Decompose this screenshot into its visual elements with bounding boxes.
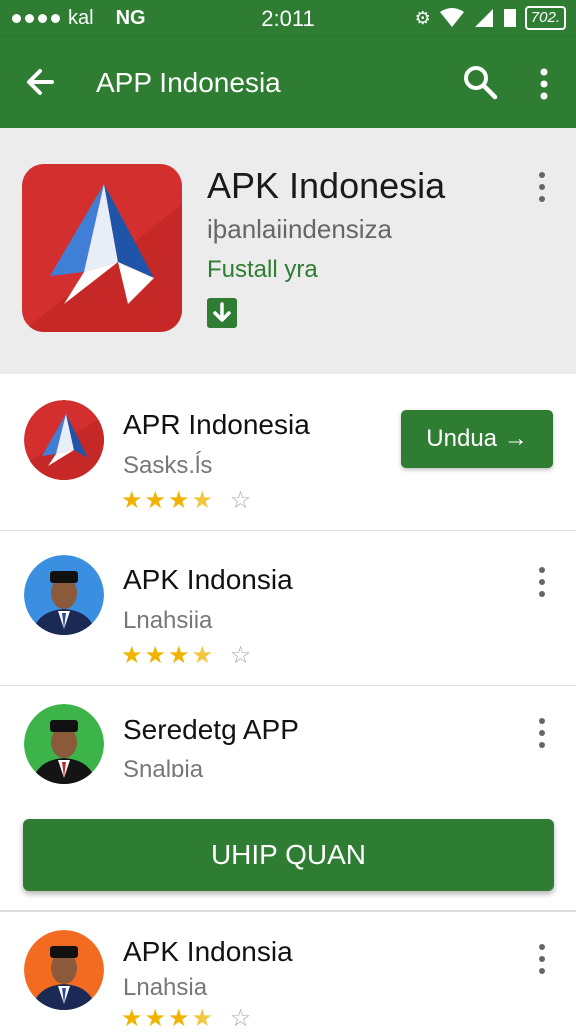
status-right: ⚙ 702.: [415, 6, 566, 30]
star-icon: ★: [144, 642, 169, 669]
sim-icon: [503, 9, 516, 27]
star-icon: ★: [168, 1005, 192, 1032]
settings-gear-icon: ⚙: [414, 7, 431, 28]
item-name: APR Indonesia: [123, 409, 310, 440]
star-icon: ★: [144, 487, 169, 514]
hero-installed-text: Fustall yra: [207, 256, 318, 283]
avatar: [24, 930, 104, 1010]
star-icon: ★: [168, 642, 192, 669]
battery-indicator: 702.: [524, 6, 566, 30]
item-subtitle: Lnahsia: [123, 974, 208, 1001]
app-bar-title: APP Indonesia: [96, 67, 281, 98]
app-logo-icon: [24, 400, 104, 480]
status-bar: kal NG 2:011 ⚙ 702.: [0, 0, 576, 38]
download-button[interactable]: Undua →: [401, 410, 553, 468]
rating-stars: ★★★★ ☆: [121, 1004, 253, 1033]
list-item[interactable]: APK Indonsia Lnahsia ★★★★ ☆: [0, 912, 576, 1032]
hero-subtitle: iþanlaiindensiza: [207, 214, 393, 244]
more-vert-icon[interactable]: [532, 565, 552, 599]
star-icon: ★: [168, 487, 192, 514]
empty-star-icon: ☆: [229, 487, 254, 514]
item-subtitle: Lnahsiia: [123, 607, 213, 634]
app-bar: APP Indonesia: [0, 38, 576, 128]
rating-stars: ★★★★ ☆: [121, 486, 253, 515]
hero-app-name: APK Indonesia: [207, 165, 446, 206]
hero-more-vert-icon[interactable]: [532, 170, 552, 204]
more-vert-icon[interactable]: [530, 64, 558, 104]
star-icon: ★: [121, 487, 145, 514]
star-icon: ★: [144, 1005, 169, 1032]
item-name: Seredetg APP: [123, 714, 299, 745]
cell-signal-icon: [474, 9, 493, 27]
half-star-icon: ★: [191, 1005, 216, 1032]
app-logo-icon[interactable]: [22, 164, 182, 332]
primary-action-button[interactable]: UHIP QUAN: [23, 819, 554, 891]
empty-star-icon: ☆: [229, 1005, 254, 1032]
item-name: APK Indonsia: [123, 936, 293, 967]
item-name: APK Indonsia: [123, 564, 293, 595]
arrow-left-icon[interactable]: [22, 64, 58, 100]
wifi-icon: [439, 8, 464, 27]
search-icon[interactable]: [460, 62, 500, 102]
avatar: [24, 704, 104, 784]
more-vert-icon[interactable]: [532, 942, 552, 976]
item-subtitle: Sasks.ĺs: [123, 452, 213, 479]
download-icon[interactable]: [207, 298, 237, 328]
empty-star-icon: ☆: [229, 642, 254, 669]
half-star-icon: ★: [191, 487, 216, 514]
half-star-icon: ★: [191, 642, 216, 669]
star-icon: ★: [121, 642, 145, 669]
hero-section: APK Indonesia iþanlaiindensiza Fustall y…: [0, 128, 576, 374]
list-item[interactable]: APK Indonsia Lnahsiia ★★★★ ☆: [0, 531, 576, 686]
avatar: [24, 555, 104, 635]
item-subtitle: Snalɒia: [123, 756, 204, 783]
star-icon: ★: [121, 1005, 145, 1032]
rating-stars: ★★★★ ☆: [121, 641, 253, 670]
more-vert-icon[interactable]: [532, 716, 552, 750]
list-item[interactable]: APR Indonesia Sasks.ĺs ★★★★ ☆ Undua →: [0, 376, 576, 531]
